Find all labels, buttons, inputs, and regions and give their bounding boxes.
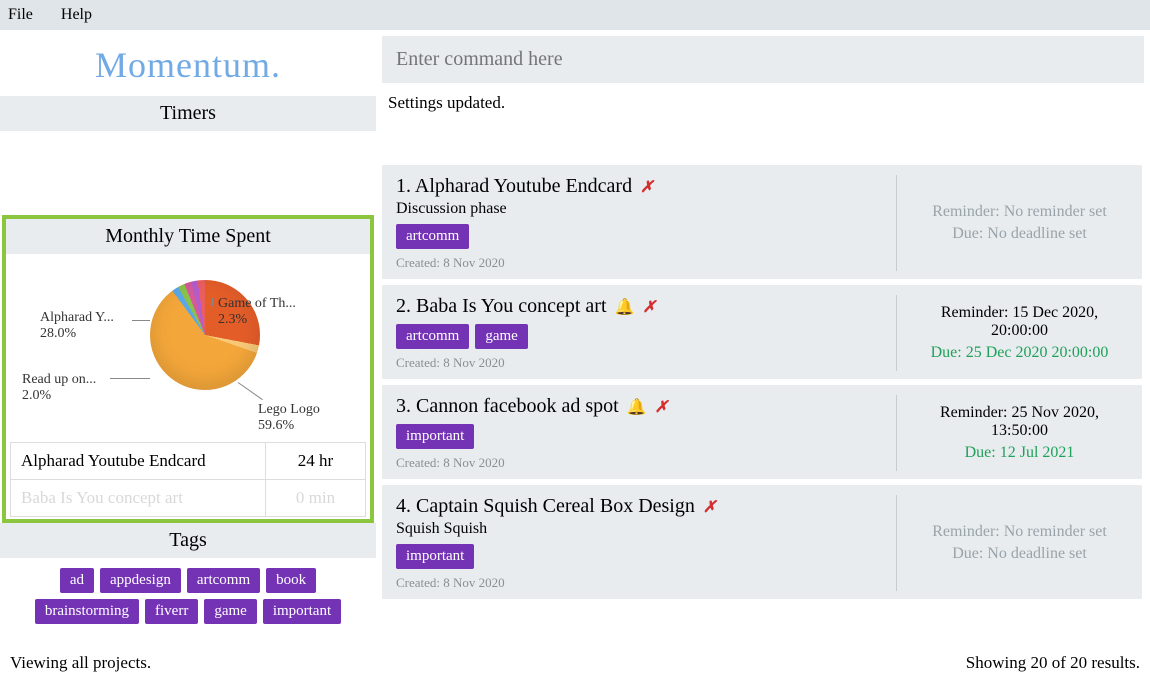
tag-book[interactable]: book [266,568,316,593]
mts-cell-name: Baba Is You concept art [11,480,266,517]
statusbar-right: Showing 20 of 20 results. [966,653,1140,673]
pie-label-readup: Read up on... 2.0% [22,372,96,404]
task-card[interactable]: 1. Alpharad Youtube Endcard ✗ Discussion p… [382,165,1142,279]
statusbar: Viewing all projects. Showing 20 of 20 r… [0,648,1150,678]
timers-body [0,131,376,215]
task-subtitle: Squish Squish [396,520,896,538]
tag-game[interactable]: game [475,324,527,349]
task-title: 3. Cannon facebook ad spot [396,395,619,418]
tags-header: Tags [0,523,376,558]
task-card[interactable]: 4. Captain Squish Cereal Box Design ✗ Squi… [382,485,1142,599]
tag-fiverr[interactable]: fiverr [145,599,198,624]
task-created: Created: 8 Nov 2020 [396,575,896,591]
x-icon[interactable]: ✗ [703,497,716,517]
tag-appdesign[interactable]: appdesign [100,568,181,593]
status-message: Settings updated. [382,89,1144,159]
task-reminder: Reminder: 25 Nov 2020, 13:50:00 [911,404,1128,440]
tag-important[interactable]: important [396,424,474,449]
task-due: Due: No deadline set [911,225,1128,243]
tag-brainstorming[interactable]: brainstorming [35,599,139,624]
task-created: Created: 8 Nov 2020 [396,355,896,371]
command-input[interactable] [382,36,1144,83]
x-icon[interactable]: ✗ [655,397,668,417]
x-icon[interactable]: ✗ [640,177,653,197]
mts-table: Alpharad Youtube Endcard 24 hr Baba Is Y… [10,442,366,517]
statusbar-left: Viewing all projects. [10,653,151,673]
tag-artcomm[interactable]: artcomm [396,324,469,349]
timers-header: Timers [0,96,376,131]
task-subtitle: Discussion phase [396,200,896,218]
pie-label-lego: Lego Logo 59.6% [258,402,320,434]
bell-icon: 🔔 [615,297,635,317]
task-created: Created: 8 Nov 2020 [396,455,896,471]
task-title: 2. Baba Is You concept art [396,295,607,318]
pie-chart-area: Alpharad Y... 28.0% Game of Th... 2.3% R… [10,262,366,442]
task-due: Due: No deadline set [911,545,1128,563]
table-row[interactable]: Baba Is You concept art 0 min [11,480,366,517]
menubar: File Help [0,0,1150,30]
tag-ad[interactable]: ad [60,568,94,593]
task-reminder: Reminder: No reminder set [911,203,1128,221]
table-row[interactable]: Alpharad Youtube Endcard 24 hr [11,443,366,480]
tag-game[interactable]: game [204,599,256,624]
menu-help[interactable]: Help [61,6,92,24]
sidebar: Momentum. Timers Monthly Time Spent Alph… [0,30,376,648]
mts-cell-name: Alpharad Youtube Endcard [11,443,266,480]
monthly-time-spent-panel: Monthly Time Spent Alpharad Y... 28.0% G… [2,215,374,523]
mts-cell-value: 0 min [266,480,366,517]
task-list[interactable]: 1. Alpharad Youtube Endcard ✗ Discussion p… [382,165,1144,648]
task-due: Due: 25 Dec 2020 20:00:00 [911,344,1128,362]
x-icon[interactable]: ✗ [642,297,655,317]
main-panel: Settings updated. 1. Alpharad Youtube En… [376,30,1150,648]
pie-label-game: Game of Th... 2.3% [218,296,296,328]
tag-important[interactable]: important [263,599,341,624]
task-reminder: Reminder: No reminder set [911,523,1128,541]
task-title: 1. Alpharad Youtube Endcard [396,175,632,198]
tag-artcomm[interactable]: artcomm [187,568,260,593]
pie-label-alpharad: Alpharad Y... 28.0% [40,310,114,342]
task-reminder: Reminder: 15 Dec 2020, 20:00:00 [911,304,1128,340]
task-card[interactable]: 2. Baba Is You concept art 🔔 ✗ artcommgame C… [382,285,1142,379]
app-logo: Momentum. [0,30,376,96]
mts-header: Monthly Time Spent [6,219,370,254]
tags-body: adappdesignartcommbook brainstormingfiver… [0,558,376,634]
task-card[interactable]: 3. Cannon facebook ad spot 🔔 ✗ important Cre… [382,385,1142,479]
menu-file[interactable]: File [8,6,33,24]
task-created: Created: 8 Nov 2020 [396,255,896,271]
mts-cell-value: 24 hr [266,443,366,480]
task-due: Due: 12 Jul 2021 [911,444,1128,462]
task-title: 4. Captain Squish Cereal Box Design [396,495,695,518]
bell-icon: 🔔 [627,397,647,417]
tag-artcomm[interactable]: artcomm [396,224,469,249]
tag-important[interactable]: important [396,544,474,569]
